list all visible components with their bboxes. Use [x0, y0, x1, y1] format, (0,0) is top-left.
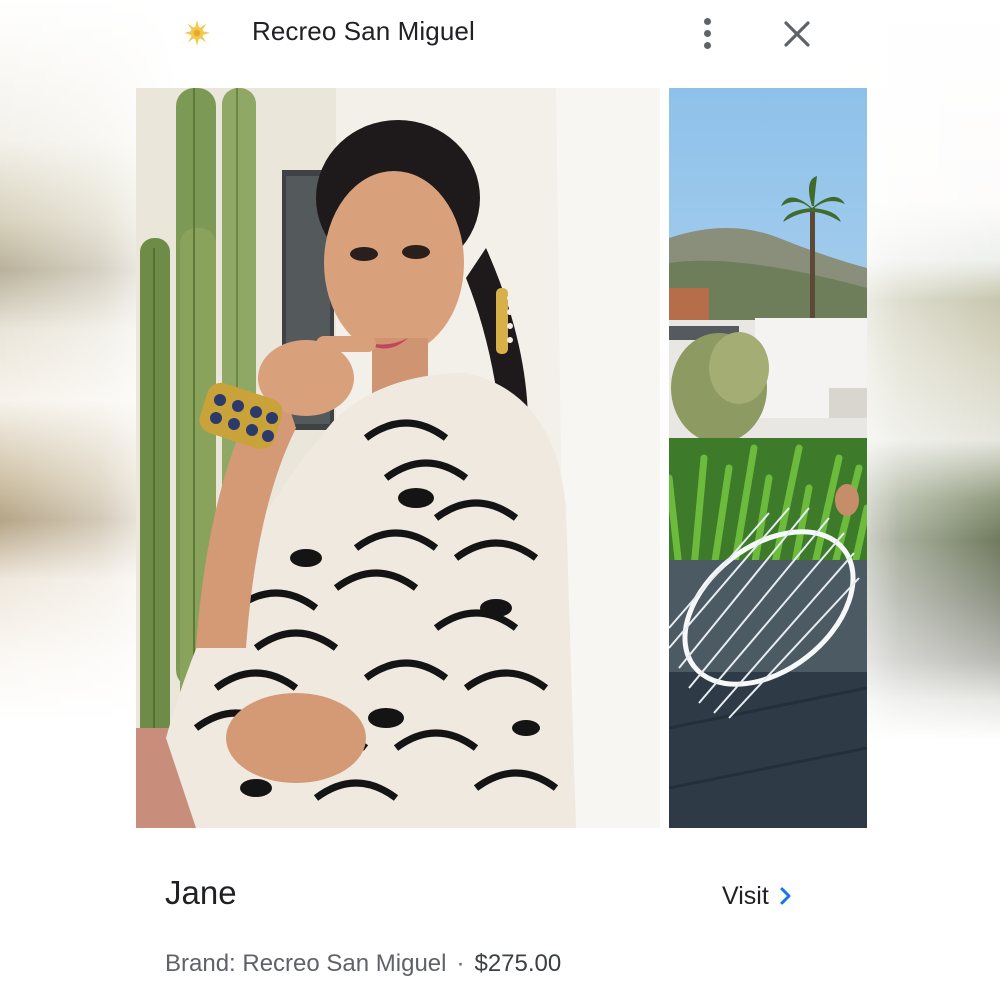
visit-button[interactable]: Visit: [722, 878, 793, 914]
product-meta: Brand: Recreo San Miguel · $275.00: [165, 950, 561, 978]
more-vert-icon: [704, 18, 711, 25]
chevron-right-icon: [780, 887, 791, 905]
page-title: Recreo San Miguel: [252, 16, 475, 46]
meta-separator: ·: [456, 950, 465, 977]
product-image-secondary[interactable]: [669, 88, 867, 828]
header-bar: Recreo San Miguel: [0, 0, 1000, 68]
product-image-main[interactable]: [136, 88, 660, 828]
product-name: Jane: [165, 874, 237, 911]
close-icon[interactable]: [780, 17, 814, 51]
price-label: $275.00: [474, 950, 562, 977]
more-options-button[interactable]: [692, 14, 722, 54]
brand-label: Brand: Recreo San Miguel: [165, 950, 447, 977]
visit-label: Visit: [722, 881, 769, 910]
sun-logo-icon: [184, 20, 210, 46]
